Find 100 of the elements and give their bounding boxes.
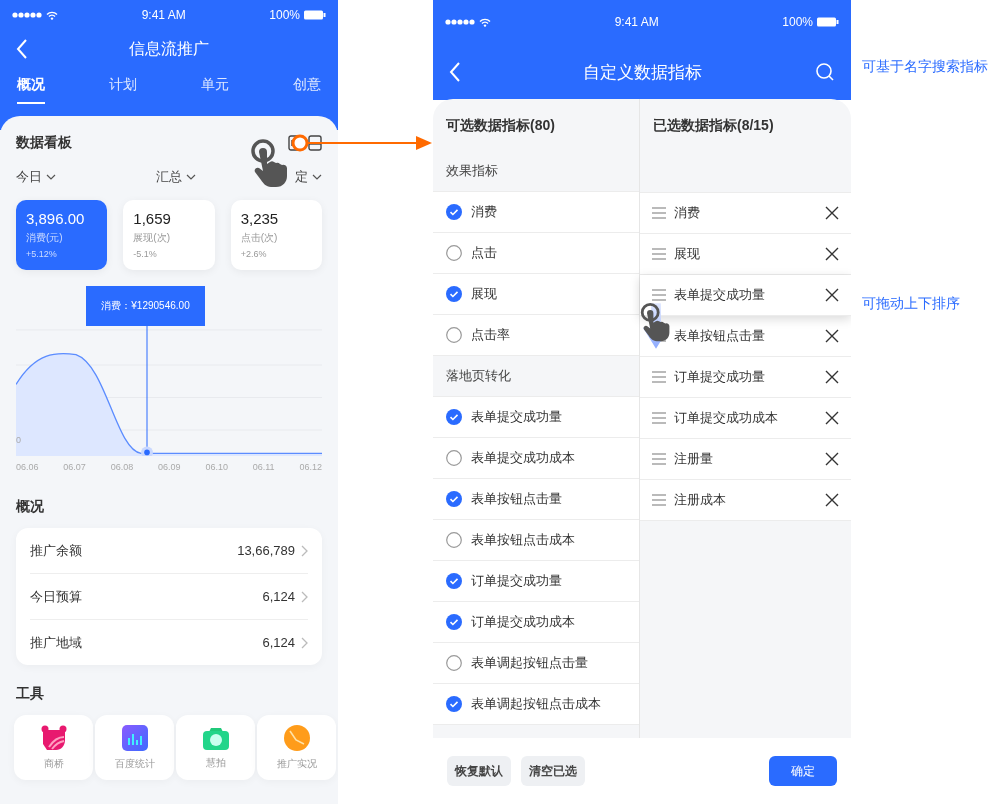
selected-metric-label: 注册量: [674, 450, 713, 468]
axis-label: 06.07: [63, 462, 86, 472]
radio-icon[interactable]: [446, 655, 462, 671]
bar-chart-icon: [121, 724, 148, 751]
column-title: 已选数据指标(8/15): [652, 116, 775, 135]
selected-metric-label: 订单提交成功量: [674, 368, 765, 386]
signal-icon: [445, 19, 475, 25]
drag-handle-icon[interactable]: [652, 453, 666, 465]
tab[interactable]: 单元: [201, 76, 229, 104]
selected-metric-label: 表单按钮点击量: [674, 327, 765, 345]
annotation-note: 可基于名字搜索指标: [862, 58, 988, 76]
checked-radio-icon[interactable]: [446, 286, 462, 302]
wifi-icon: [46, 10, 58, 20]
filter-dropdown[interactable]: 定: [295, 168, 322, 186]
checked-radio-icon[interactable]: [446, 204, 462, 220]
axis-label: 06.09: [158, 462, 181, 472]
radio-icon[interactable]: [446, 245, 462, 261]
selected-metric-row[interactable]: 注册成本: [640, 480, 851, 521]
metric-change: -5.1%: [133, 249, 158, 259]
selected-metric-row[interactable]: 展现: [640, 234, 851, 275]
axis-label: 06.11: [252, 462, 275, 472]
metric-card[interactable]: 1,659 展现(次) -5.1%: [123, 200, 215, 270]
checked-radio-icon[interactable]: [446, 409, 462, 425]
selected-metric-label: 表单提交成功量: [674, 286, 765, 304]
selected-metric-row[interactable]: 表单按钮点击量: [640, 316, 851, 357]
axis-label: 0: [16, 435, 21, 445]
confirm-button[interactable]: 确定: [769, 756, 837, 786]
drag-handle-icon[interactable]: [652, 371, 666, 383]
metric-option[interactable]: 表单按钮点击量: [471, 490, 562, 508]
close-icon[interactable]: [825, 411, 839, 425]
selected-metric-row[interactable]: 表单提交成功量: [640, 275, 851, 316]
drag-handle-icon[interactable]: [652, 494, 666, 506]
close-icon[interactable]: [825, 493, 839, 507]
filter-dropdown[interactable]: 今日: [16, 168, 56, 186]
tab[interactable]: 创意: [293, 76, 321, 104]
radio-icon[interactable]: [446, 327, 462, 343]
metric-change: +5.12%: [26, 249, 58, 259]
section-title: 概况: [16, 498, 45, 516]
camera-icon: [202, 725, 229, 750]
close-icon[interactable]: [825, 452, 839, 466]
checked-radio-icon[interactable]: [446, 573, 462, 589]
chevron-right-icon: [301, 544, 308, 557]
drag-handle-icon[interactable]: [652, 207, 666, 219]
radio-icon[interactable]: [446, 450, 462, 466]
tab[interactable]: 概况: [17, 76, 45, 104]
axis-label: 06.10: [205, 462, 228, 472]
status-time: 9:41 AM: [141, 8, 186, 22]
drag-handle-icon[interactable]: [652, 289, 666, 301]
checked-radio-icon[interactable]: [446, 614, 462, 630]
chevron-right-icon: [301, 636, 308, 649]
close-icon[interactable]: [825, 370, 839, 384]
metric-option[interactable]: 表单提交成功量: [471, 408, 562, 426]
signal-icon: [12, 12, 42, 18]
checked-radio-icon[interactable]: [446, 696, 462, 712]
back-icon[interactable]: [16, 39, 28, 59]
radio-icon[interactable]: [446, 532, 462, 548]
search-icon[interactable]: [815, 62, 835, 82]
metric-card[interactable]: 3,235 点击(次) +2.6%: [230, 200, 322, 270]
chevron-down-icon: [46, 174, 56, 180]
selected-metric-row[interactable]: 注册量: [640, 439, 851, 480]
metric-value: 1,659: [133, 210, 172, 227]
drag-handle-icon[interactable]: [652, 248, 666, 260]
chevron-down-icon: [185, 174, 196, 180]
screen-title: 信息流推广: [129, 39, 209, 57]
metric-option[interactable]: 消费: [471, 203, 497, 221]
section-title: 数据看板: [16, 134, 72, 152]
row-label: 推广地域: [30, 633, 82, 652]
battery-icon: [304, 10, 326, 20]
metric-card[interactable]: 3,896.00 消费(元) +5.12%: [16, 200, 108, 270]
screen-title: 自定义数据指标: [582, 62, 702, 82]
drag-handle-icon[interactable]: [652, 412, 666, 424]
action-button[interactable]: 恢复默认: [447, 756, 511, 786]
metric-option[interactable]: 点击: [471, 244, 497, 262]
close-icon[interactable]: [825, 206, 839, 220]
close-icon[interactable]: [825, 329, 839, 343]
annotation-note: 可拖动上下排序: [862, 295, 961, 313]
clock-icon: [283, 724, 310, 751]
selected-metric-row[interactable]: 订单提交成功量: [640, 357, 851, 398]
selected-metric-label: 注册成本: [674, 491, 726, 509]
tab[interactable]: 计划: [109, 76, 137, 104]
chevron-right-icon: [301, 590, 308, 603]
hand-cursor-icon: [249, 138, 289, 188]
metric-label: 展现(次): [133, 231, 171, 245]
wifi-icon: [479, 17, 491, 27]
group-title: 效果指标: [446, 162, 498, 180]
chevron-down-icon: [312, 174, 322, 180]
close-icon[interactable]: [825, 247, 839, 261]
metric-option[interactable]: 点击率: [471, 326, 510, 344]
checked-radio-icon[interactable]: [446, 491, 462, 507]
close-icon[interactable]: [825, 288, 839, 302]
selected-metric-row[interactable]: 消费: [640, 193, 851, 234]
back-icon[interactable]: [449, 62, 461, 82]
metric-option[interactable]: 订单提交成功量: [471, 572, 562, 590]
filter-dropdown[interactable]: 汇总: [155, 168, 196, 186]
grid-view-icon[interactable]: [308, 135, 322, 151]
selected-metric-label: 展现: [674, 245, 700, 263]
action-button[interactable]: 清空已选: [521, 756, 585, 786]
battery-percent: 100%: [269, 8, 300, 22]
metric-option[interactable]: 展现: [471, 285, 497, 303]
selected-metric-row[interactable]: 订单提交成功成本: [640, 398, 851, 439]
